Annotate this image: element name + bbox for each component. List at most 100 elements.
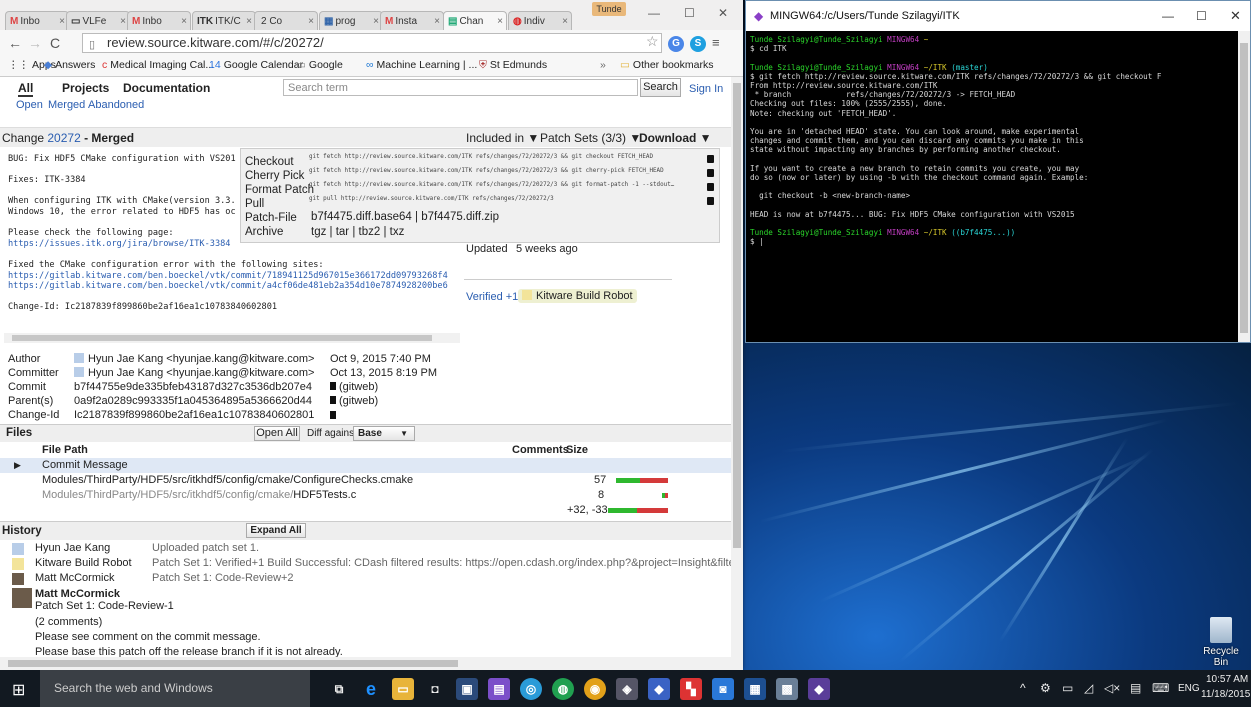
volume-icon[interactable]: ◁× [1104,681,1120,695]
app-icon[interactable]: ▣ [456,678,478,700]
download-command[interactable]: git pull http://review.source.kitware.co… [309,196,554,202]
parent-gitweb-link[interactable]: (gitweb) [330,395,378,407]
tab-close-icon[interactable]: × [308,12,314,30]
back-icon[interactable]: ← [8,35,22,51]
download-command[interactable]: git fetch http://review.source.kitware.c… [309,168,664,174]
reload-icon[interactable]: C [50,35,60,51]
language-indicator[interactable]: ENG [1178,683,1200,694]
profile-badge[interactable]: Tunde [592,2,626,16]
tab-close-icon[interactable]: × [497,12,503,30]
file-path[interactable]: Modules/ThirdParty/HDF5/src/itkhdf5/conf… [42,473,413,488]
included-in-dropdown[interactable]: Included in ▼ [466,131,539,145]
download-dropdown[interactable]: Download ▼ [639,131,712,145]
browser-tab[interactable]: ◍ Indiv × [508,11,572,30]
tab-close-icon[interactable]: × [181,12,187,30]
sign-in-link[interactable]: Sign In [689,83,723,95]
keyboard-icon[interactable]: ⌨ [1152,681,1169,695]
copy-clipboard-icon[interactable] [707,197,714,205]
terminal-close-button[interactable]: ✕ [1230,8,1241,24]
history-row[interactable]: Hyun Jae Kang Uploaded patch set 1. [0,541,731,556]
chrome-icon[interactable]: ◉ [584,678,606,700]
show-hidden-icons-icon[interactable]: ^ [1020,681,1026,695]
page-horizontal-scrollbar[interactable] [0,657,731,670]
diff-against-select[interactable]: Base ▼ [353,426,415,441]
file-row-commit-message[interactable]: ▶ Commit Message [0,458,731,473]
verified-reviewer[interactable]: Kitware Build Robot [518,289,637,303]
windows-start-icon[interactable]: ⊞ [12,680,25,700]
menu-documentation[interactable]: Documentation [123,81,210,95]
copy-clipboard-icon[interactable] [707,169,714,177]
app-icon[interactable]: ◎ [520,678,542,700]
copy-clipboard-icon[interactable] [707,155,714,163]
archive-links[interactable]: tgz | tar | tbz2 | txz [311,226,404,238]
copy-clipboard-icon[interactable] [707,183,714,191]
browser-tab[interactable]: ITK ITK/C × [192,11,256,30]
message-line[interactable]: https://issues.itk.org/jira/browse/ITK-3… [8,239,230,249]
submenu-abandoned[interactable]: Abandoned [88,99,144,111]
app-icon[interactable]: ◙ [712,678,734,700]
search-button[interactable]: Search [640,78,681,97]
history-row[interactable]: Kitware Build Robot Patch Set 1: Verified… [0,556,731,571]
message-line[interactable]: https://gitlab.kitware.com/ben.boeckel/v… [8,271,448,281]
address-bar[interactable]: ▯ review.source.kitware.com/#/c/20272/ [82,33,662,53]
bookmark-item[interactable]: c Medical Imaging Cal... [102,59,214,71]
patch-sets-dropdown[interactable]: Patch Sets (3/3) ▼ [540,131,641,145]
open-all-button[interactable]: Open All [254,426,300,441]
file-path[interactable]: Commit Message [42,458,128,473]
bookmark-item[interactable]: ▭ Google [296,59,343,71]
terminal-output[interactable]: Tunde Szilagyi@Tunde_Szilagyi MINGW64 ~ … [750,35,1234,247]
bookmark-item[interactable]: ◆ Answers [44,59,95,71]
network-app-icon[interactable]: ⚙ [1040,681,1051,695]
skype-icon[interactable]: S [690,36,706,52]
notifications-icon[interactable]: ▤ [1130,681,1141,695]
other-bookmarks[interactable]: ▭ Other bookmarks [620,59,713,71]
browser-tab[interactable]: M Inbo × [5,11,69,30]
submenu-merged[interactable]: Merged [48,99,85,111]
maximize-button[interactable]: ☐ [684,6,695,20]
extension-icon[interactable]: G [668,36,684,52]
save-app-icon[interactable]: ▤ [488,678,510,700]
bookmark-star-icon[interactable]: ☆ [646,33,659,50]
edge-icon[interactable]: e [360,678,382,700]
browser-tab[interactable]: M Insta × [380,11,444,30]
browser-tab[interactable]: ▦ prog × [319,11,383,30]
terminal-minimize-button[interactable]: — [1162,9,1174,23]
author-value[interactable]: Hyun Jae Kang <hyunjae.kang@kitware.com> [74,353,314,365]
tab-close-icon[interactable]: × [373,12,379,30]
tab-close-icon[interactable]: × [246,12,252,30]
search-input[interactable]: Search term [283,79,638,96]
app-icon[interactable]: ◍ [552,678,574,700]
store-icon[interactable]: ◘ [424,678,446,700]
menu-icon[interactable]: ≡ [712,35,720,50]
browser-tab[interactable]: 2 Co × [254,11,318,30]
file-row-hdf5tests[interactable]: Modules/ThirdParty/HDF5/src/itkhdf5/conf… [0,488,731,503]
menu-projects[interactable]: Projects [62,81,109,95]
menu-all[interactable]: All [18,81,34,97]
clock-time[interactable]: 10:57 AM [1206,674,1248,685]
app-icon[interactable]: ▚ [680,678,702,700]
change-number-link[interactable]: 20272 [47,131,80,145]
minimize-button[interactable]: — [648,6,660,20]
app-icon[interactable]: ◆ [648,678,670,700]
clock-date[interactable]: 11/18/2015 [1201,689,1250,700]
tab-close-icon[interactable]: × [120,12,126,30]
taskbar-search-input[interactable]: Search the web and Windows [40,670,310,707]
committer-value[interactable]: Hyun Jae Kang <hyunjae.kang@kitware.com> [74,367,314,379]
git-bash-taskbar-icon[interactable]: ◆ [808,678,830,700]
wifi-icon[interactable]: ◿ [1084,681,1093,695]
message-hscroll[interactable] [4,333,460,343]
bookmark-item[interactable]: ∞ Machine Learning | ... [366,59,477,71]
terminal-scrollbar[interactable] [1238,31,1250,342]
battery-icon[interactable]: ▭ [1062,681,1073,695]
patch-file-links[interactable]: b7f4475.diff.base64 | b7f4475.diff.zip [311,211,499,223]
history-row[interactable]: Matt McCormick Patch Set 1: Code-Review+2 [0,571,731,586]
download-command[interactable]: git fetch http://review.source.kitware.c… [309,154,653,160]
browser-tab[interactable]: M Inbo × [127,11,191,30]
download-command[interactable]: git fetch http://review.source.kitware.c… [309,182,674,188]
page-vertical-scrollbar[interactable] [731,77,743,670]
app-icon[interactable]: ▩ [776,678,798,700]
tab-close-icon[interactable]: × [59,12,65,30]
message-line[interactable]: https://gitlab.kitware.com/ben.boeckel/v… [8,281,448,291]
submenu-open[interactable]: Open [16,99,43,111]
expand-all-button[interactable]: Expand All [246,523,306,538]
